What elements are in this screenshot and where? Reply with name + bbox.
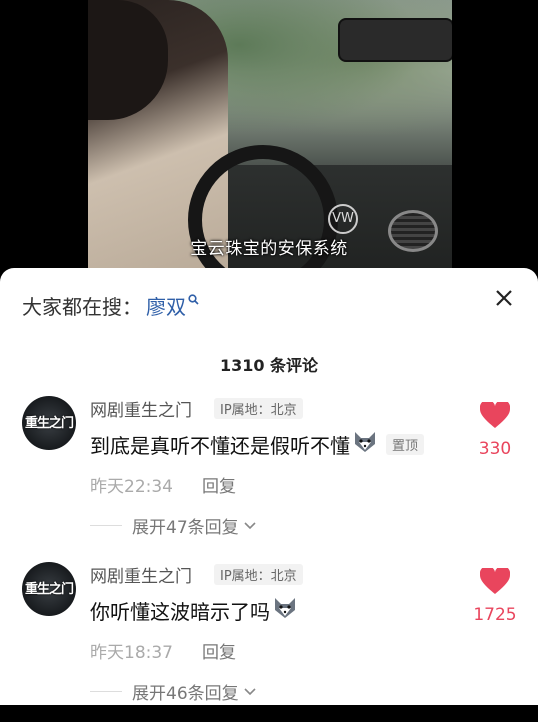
heart-icon: [479, 399, 511, 433]
avatar[interactable]: 重生之门: [22, 562, 76, 616]
rearview-mirror: [338, 18, 452, 62]
comment-text: 到底是真听不懂还是假听不懂: [90, 434, 350, 458]
expand-replies-label: 展开46条回复: [132, 684, 239, 704]
avatar[interactable]: 重生之门: [22, 396, 76, 450]
like-button[interactable]: 330: [470, 399, 520, 459]
reply-button[interactable]: 回复: [202, 472, 236, 497]
comment-time: 昨天18:37: [90, 643, 173, 663]
comment-text-row: 到底是真听不懂还是假听不懂 置顶: [90, 430, 425, 459]
search-term-link[interactable]: 廖双: [146, 291, 186, 320]
steering-wheel: [188, 145, 338, 285]
trending-search[interactable]: 大家都在搜： 廖双: [22, 290, 199, 320]
comment-item: 重生之门 网剧重生之门 IP属地：北京 到底是真听不懂还是假听不懂 置顶 昨天2…: [0, 396, 538, 556]
comment-time: 昨天22:34: [90, 477, 173, 497]
comment-text-row: 你听懂这波暗示了吗: [90, 596, 298, 625]
pinned-badge: 置顶: [386, 434, 425, 455]
ip-location-badge: IP属地：北京: [214, 564, 303, 585]
reply-button[interactable]: 回复: [202, 638, 236, 663]
search-prefix: 大家都在搜：: [22, 294, 142, 319]
ip-location-badge: IP属地：北京: [214, 398, 303, 419]
expand-replies-label: 展开47条回复: [132, 518, 239, 538]
like-count: 330: [478, 439, 512, 459]
video-subtitle: 宝云珠宝的安保系统: [190, 239, 348, 259]
chevron-down-icon: [243, 682, 257, 701]
comment-sheet: 大家都在搜： 廖双 1310 条评论 重生之门 网剧重生之门 IP属地：北京 到…: [0, 268, 538, 705]
expand-replies-button[interactable]: 展开47条回复: [90, 513, 257, 538]
like-count: 1725: [473, 605, 517, 625]
chevron-down-icon: [243, 516, 257, 535]
close-icon[interactable]: [492, 286, 516, 310]
like-button[interactable]: 1725: [470, 565, 520, 625]
comment-item: 重生之门 网剧重生之门 IP属地：北京 你听懂这波暗示了吗 昨天18:37 回复…: [0, 562, 538, 722]
video-player[interactable]: VW 宝云珠宝的安保系统: [0, 0, 538, 285]
search-icon: [188, 290, 199, 309]
car-logo: VW: [328, 204, 358, 234]
comment-author[interactable]: 网剧重生之门: [90, 396, 192, 421]
expand-replies-button[interactable]: 展开46条回复: [90, 679, 257, 704]
avatar-logo-text: 重生之门: [24, 582, 74, 597]
divider-line: [90, 525, 122, 526]
comment-text: 你听懂这波暗示了吗: [90, 600, 270, 624]
avatar-logo-text: 重生之门: [24, 416, 74, 431]
wolf-emoji-icon: [352, 430, 378, 459]
comment-author[interactable]: 网剧重生之门: [90, 562, 192, 587]
comment-count: 1310 条评论: [219, 356, 319, 375]
wolf-emoji-icon: [272, 596, 298, 625]
heart-icon: [479, 565, 511, 599]
divider-line: [90, 691, 122, 692]
